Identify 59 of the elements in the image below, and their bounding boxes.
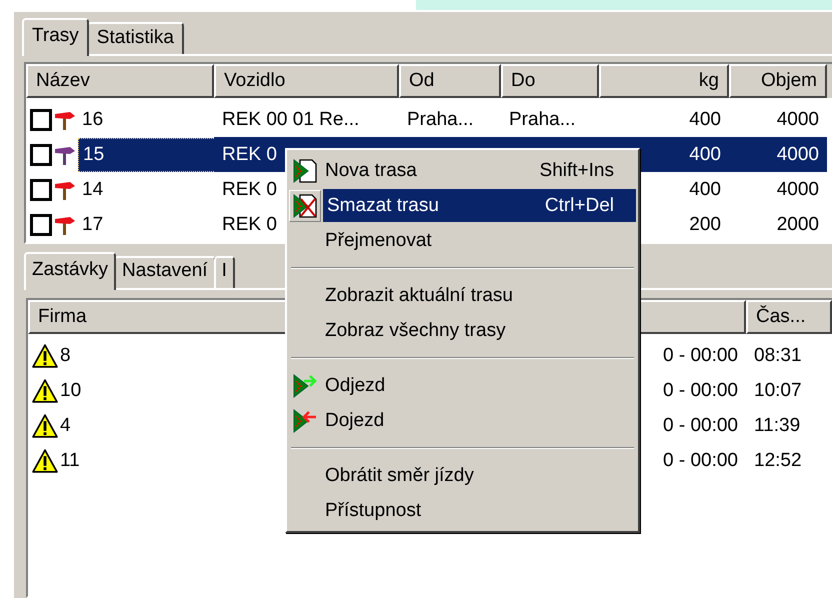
- interval-cell: 0 - 00:00: [663, 415, 738, 436]
- tab[interactable]: Trasy: [22, 18, 89, 56]
- vehicle-cell: REK 00 01 Re...: [222, 109, 360, 130]
- stop-name: 11: [60, 449, 80, 473]
- signpost-icon: [54, 180, 76, 200]
- vehicle-cell: REK 0: [222, 179, 277, 200]
- from-cell: Praha...: [407, 109, 474, 130]
- checkbox[interactable]: [30, 214, 52, 236]
- column-header[interactable]: Objem: [729, 64, 827, 98]
- stop-name: 8: [60, 344, 71, 368]
- column-header[interactable]: Vozidlo: [214, 64, 399, 98]
- warning-icon: [32, 414, 58, 438]
- stop-name: 10: [60, 379, 82, 403]
- tab[interactable]: Statistika: [86, 22, 184, 54]
- interval-cell: 0 - 00:00: [663, 450, 738, 471]
- signpost-icon: [54, 214, 76, 234]
- route-name[interactable]: 15: [78, 138, 214, 172]
- vehicle-cell: REK 0: [222, 214, 277, 235]
- tab[interactable]: Zastávky: [24, 252, 116, 290]
- menu-item[interactable]: Přejmenovat: [289, 223, 636, 258]
- menu-item[interactable]: Přístupnost: [289, 493, 636, 528]
- volume-cell: 4000: [729, 137, 827, 172]
- warning-icon: [32, 378, 58, 402]
- menu-item[interactable]: Dojezd: [289, 403, 636, 438]
- weight-cell-text: 200: [688, 213, 722, 237]
- warning-icon: [32, 344, 58, 368]
- checkbox[interactable]: [30, 108, 52, 130]
- interval-cell: 0 - 00:00: [663, 380, 738, 401]
- checkbox[interactable]: [30, 144, 52, 166]
- signpost-icon: [54, 144, 76, 164]
- interval-cell: 0 - 00:00: [663, 345, 738, 366]
- column-header[interactable]: Do: [501, 64, 599, 98]
- column-header[interactable]: Název: [26, 64, 214, 98]
- volume-cell-text: 2000: [776, 213, 820, 237]
- column-header[interactable]: kg: [599, 64, 729, 98]
- menu-item[interactable]: Zobraz všechny trasy: [289, 313, 636, 348]
- column-header[interactable]: Čas...: [746, 300, 832, 334]
- volume-cell-text: 4000: [776, 178, 820, 202]
- delete-flag-icon: [289, 190, 321, 222]
- vehicle-cell: REK 0: [222, 144, 277, 165]
- weight-cell-text: 400: [688, 108, 722, 132]
- menu-item[interactable]: Obrátit směr jízdy: [289, 458, 636, 493]
- route-name[interactable]: 17: [78, 208, 214, 240]
- warning-icon: [32, 448, 58, 472]
- route-name[interactable]: 14: [78, 174, 214, 206]
- time-cell: 12:52: [754, 450, 802, 471]
- route-name[interactable]: 16: [78, 104, 214, 136]
- column-header[interactable]: Od: [399, 64, 501, 98]
- menu-item[interactable]: Zobrazit aktuální trasu: [289, 278, 636, 313]
- checkbox[interactable]: [30, 178, 52, 200]
- stop-name: 4: [60, 414, 71, 438]
- time-cell: 10:07: [754, 380, 802, 401]
- volume-cell-text: 4000: [776, 108, 820, 132]
- time-cell: 08:31: [754, 345, 802, 366]
- to-cell: Praha...: [509, 109, 576, 130]
- menu-item[interactable]: Odjezd: [289, 368, 636, 403]
- tab[interactable]: I: [214, 256, 235, 288]
- signpost-icon: [54, 110, 76, 130]
- time-cell: 11:39: [754, 415, 800, 436]
